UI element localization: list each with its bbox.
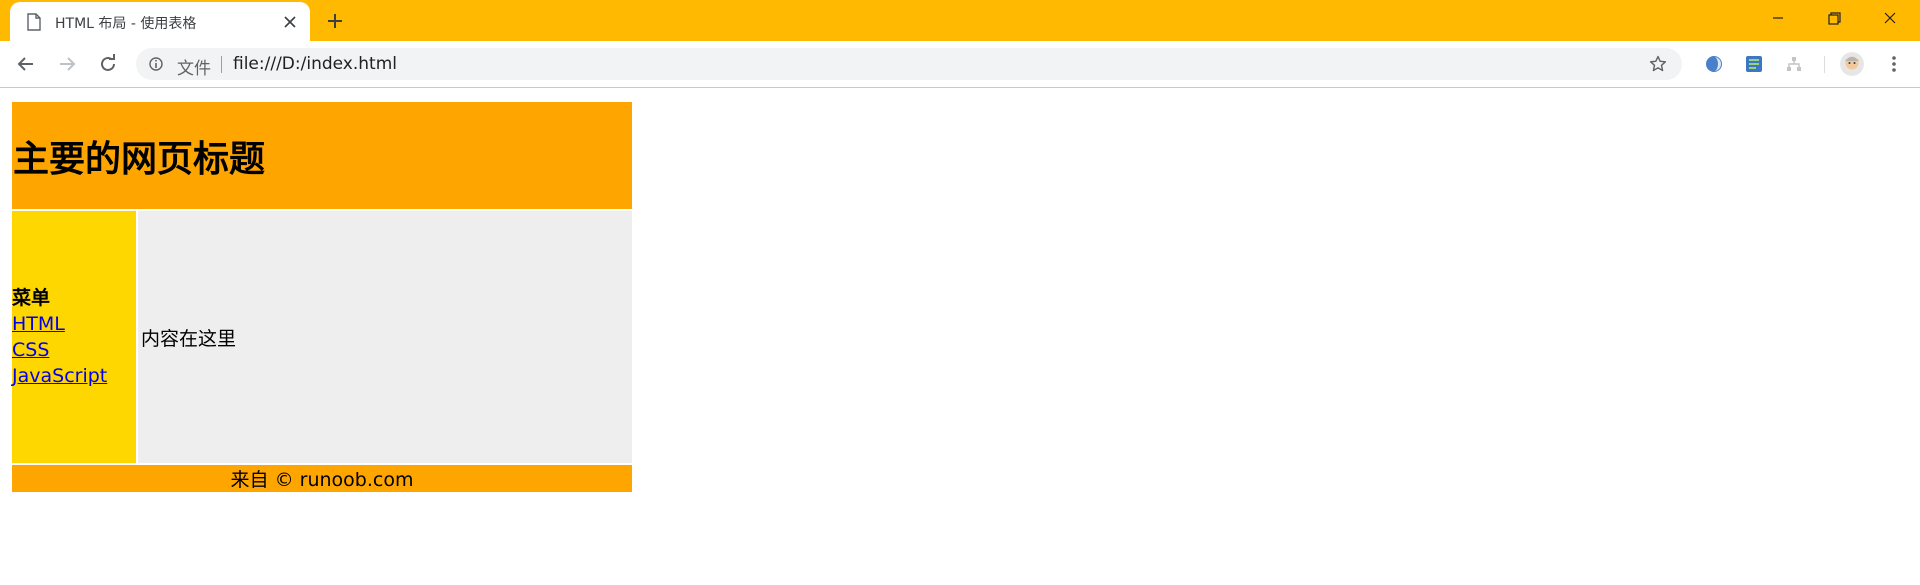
browser-tab[interactable]: HTML 布局 - 使用表格 [10,2,310,41]
layout-table: 主要的网页标题 菜单 HTML CSS JavaScript 内容在这里 来自 … [10,100,634,494]
page-footer: 来自 © runoob.com [12,465,632,492]
restore-icon[interactable] [1822,8,1846,28]
avatar[interactable] [1840,52,1864,76]
extension-icon[interactable] [1704,54,1724,74]
more-vert-icon[interactable] [1884,54,1904,74]
tab-title: HTML 布局 - 使用表格 [55,16,197,32]
arrow-left-icon[interactable] [15,53,37,75]
menu-link-html[interactable]: HTML [12,313,65,335]
extension-icon[interactable] [1744,54,1764,74]
url-text[interactable]: file:///D:/index.html [233,54,397,74]
toolbar-divider [1824,56,1825,73]
main-content-text: 内容在这里 [141,327,237,350]
window-close-icon[interactable] [1878,8,1902,28]
minimize-icon[interactable] [1766,8,1790,28]
star-icon[interactable] [1649,55,1667,73]
arrow-right-icon[interactable] [56,53,78,75]
close-icon[interactable] [282,14,298,30]
scheme-label: 文件 [177,59,211,79]
page-title: 主要的网页标题 [13,138,266,180]
reload-icon[interactable] [97,53,119,75]
page-content: 主要的网页标题 菜单 HTML CSS JavaScript 内容在这里 来自 … [0,88,1920,585]
menu-heading: 菜单 [12,287,51,309]
menu-cell: 菜单 HTML CSS JavaScript [12,211,136,463]
page-header: 主要的网页标题 [12,102,632,209]
omnibox-separator [221,56,222,73]
address-bar[interactable]: 文件 file:///D:/index.html [136,48,1682,80]
info-icon[interactable] [149,57,163,71]
extension-icon[interactable] [1784,54,1804,74]
menu-link-javascript[interactable]: JavaScript [12,365,107,387]
main-content-cell: 内容在这里 [138,211,632,463]
menu-link-css[interactable]: CSS [12,339,49,361]
page-icon [27,13,41,31]
browser-toolbar: 文件 file:///D:/index.html [0,41,1920,88]
browser-title-bar: HTML 布局 - 使用表格 [0,0,1920,41]
footer-text: 来自 © runoob.com [230,469,414,491]
plus-icon[interactable] [325,11,345,31]
